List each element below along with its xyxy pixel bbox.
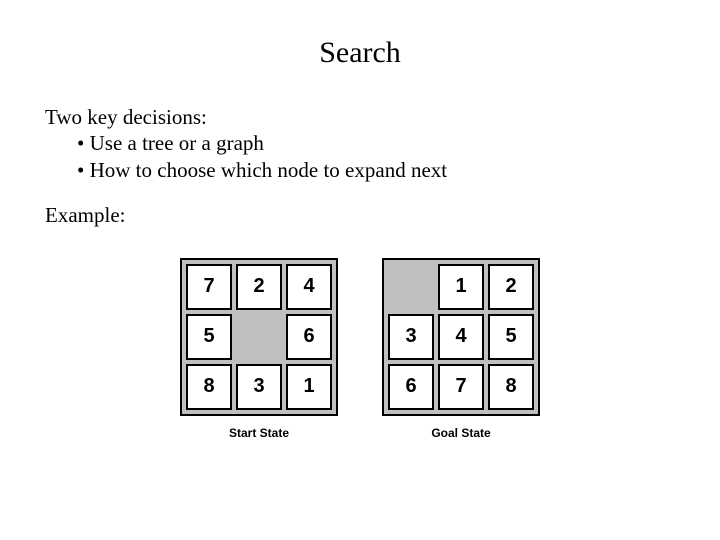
start-cell-1: 2	[236, 264, 282, 310]
start-cell-6: 8	[186, 364, 232, 410]
goal-cell-1: 1	[438, 264, 484, 310]
goal-cell-3: 3	[388, 314, 434, 360]
goal-cell-2: 2	[488, 264, 534, 310]
start-cell-3: 5	[186, 314, 232, 360]
example-label: Example:	[45, 203, 675, 228]
body-text: Two key decisions: • Use a tree or a gra…	[45, 104, 675, 183]
bullet-1: • Use a tree or a graph	[45, 130, 675, 156]
goal-cell-0-blank	[388, 264, 434, 310]
start-caption: Start State	[229, 426, 289, 440]
bullet-2: • How to choose which node to expand nex…	[45, 157, 675, 183]
start-state-block: 7 2 4 5 6 8 3 1 Start State	[180, 258, 338, 440]
start-cell-8: 1	[286, 364, 332, 410]
puzzles-container: 7 2 4 5 6 8 3 1 Start State 1 2 3 4 5 6	[45, 258, 675, 440]
start-cell-4-blank	[236, 314, 282, 360]
start-cell-2: 4	[286, 264, 332, 310]
goal-caption: Goal State	[431, 426, 490, 440]
slide: Search Two key decisions: • Use a tree o…	[0, 0, 720, 470]
goal-board: 1 2 3 4 5 6 7 8	[382, 258, 540, 416]
start-cell-5: 6	[286, 314, 332, 360]
goal-cell-8: 8	[488, 364, 534, 410]
goal-state-block: 1 2 3 4 5 6 7 8 Goal State	[382, 258, 540, 440]
goal-cell-7: 7	[438, 364, 484, 410]
intro-line: Two key decisions:	[45, 104, 675, 130]
start-cell-7: 3	[236, 364, 282, 410]
goal-cell-5: 5	[488, 314, 534, 360]
start-board: 7 2 4 5 6 8 3 1	[180, 258, 338, 416]
goal-cell-4: 4	[438, 314, 484, 360]
start-cell-0: 7	[186, 264, 232, 310]
page-title: Search	[45, 36, 675, 70]
goal-cell-6: 6	[388, 364, 434, 410]
